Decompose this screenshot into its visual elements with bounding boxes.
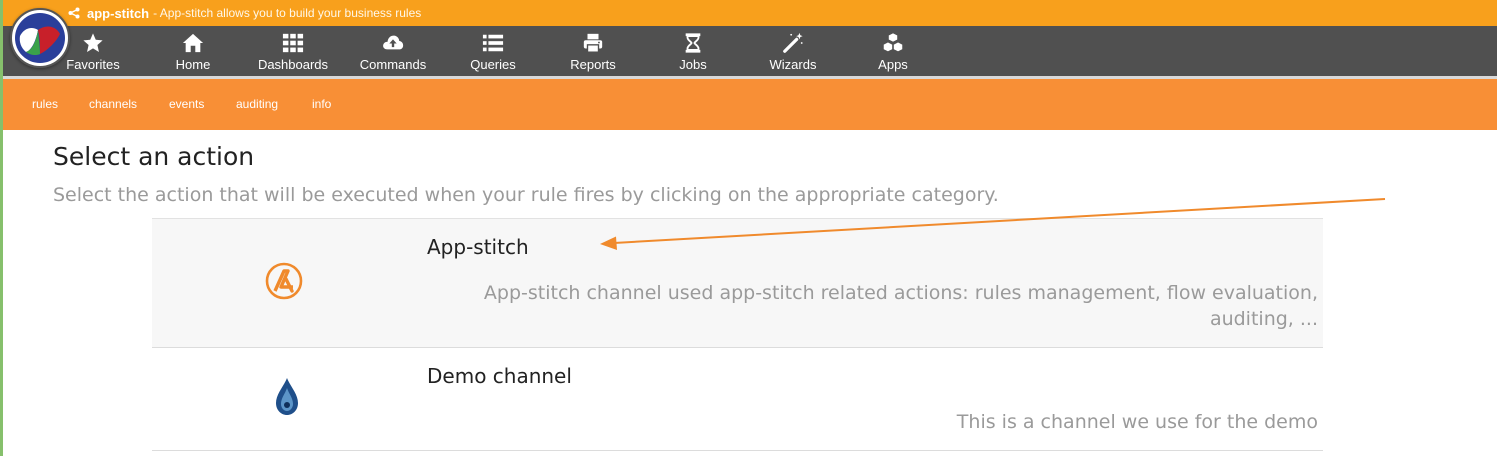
channel-name: App-stitch xyxy=(427,235,529,259)
subnav-events[interactable]: events xyxy=(169,97,204,111)
nav-item-apps[interactable]: Apps xyxy=(843,26,943,76)
app-name[interactable]: app-stitch xyxy=(87,6,149,21)
nav-item-reports[interactable]: Reports xyxy=(543,26,643,76)
channel-description: This is a channel we use for the demo xyxy=(956,411,1318,433)
water-drop-icon xyxy=(276,378,298,415)
nav-label: Reports xyxy=(570,57,616,72)
nav-label: Queries xyxy=(470,57,516,72)
hourglass-icon xyxy=(685,33,701,53)
sub-nav-bar: rules channels events auditing info xyxy=(3,79,1497,130)
nav-item-home[interactable]: Home xyxy=(143,26,243,76)
page-title: Select an action xyxy=(53,142,255,171)
magic-wand-icon xyxy=(783,32,803,53)
nav-label: Commands xyxy=(359,57,427,72)
nav-label: Dashboards xyxy=(257,57,329,72)
subnav-channels[interactable]: channels xyxy=(89,97,137,111)
app-logo[interactable] xyxy=(10,8,70,68)
app-title-bar: app-stitch - App-stitch allows you to bu… xyxy=(0,0,1497,26)
nav-item-jobs[interactable]: Jobs xyxy=(643,26,743,76)
nav-label: Wizards xyxy=(769,57,817,72)
channel-item-app-stitch[interactable]: App-stitch App-stitch channel used app-s… xyxy=(152,219,1323,348)
star-icon xyxy=(83,33,103,52)
home-icon xyxy=(182,33,204,53)
share-icon[interactable] xyxy=(68,7,80,19)
nav-item-dashboards[interactable]: Dashboards xyxy=(243,26,343,76)
list-icon xyxy=(482,34,504,52)
app-tagline: - App-stitch allows you to build your bu… xyxy=(153,6,422,20)
nav-item-commands[interactable]: Commands xyxy=(343,26,443,76)
nav-item-queries[interactable]: Queries xyxy=(443,26,543,76)
channel-name: Demo channel xyxy=(427,364,572,388)
channel-description: App-stitch channel used app-stitch relat… xyxy=(483,282,1318,330)
cloud-upload-icon xyxy=(383,35,404,50)
subnav-auditing[interactable]: auditing xyxy=(236,97,278,111)
printer-icon xyxy=(583,33,603,53)
app-logo-icon xyxy=(15,13,65,63)
app-stitch-logo-icon xyxy=(265,262,303,300)
nav-label: Jobs xyxy=(679,57,707,72)
window-left-border xyxy=(0,0,3,456)
nav-item-wizards[interactable]: Wizards xyxy=(743,26,843,76)
subnav-rules[interactable]: rules xyxy=(32,97,58,111)
cubes-icon xyxy=(883,32,903,53)
main-nav-bar: Favorites Home Dashboards Commands Queri… xyxy=(0,26,1497,76)
grid-icon xyxy=(282,33,304,53)
nav-label: Apps xyxy=(878,57,908,72)
page-subtitle: Select the action that will be executed … xyxy=(53,184,999,206)
nav-label: Home xyxy=(175,57,211,72)
subnav-info[interactable]: info xyxy=(312,97,331,111)
channel-item-demo-channel[interactable]: Demo channel This is a channel we use fo… xyxy=(152,348,1323,451)
